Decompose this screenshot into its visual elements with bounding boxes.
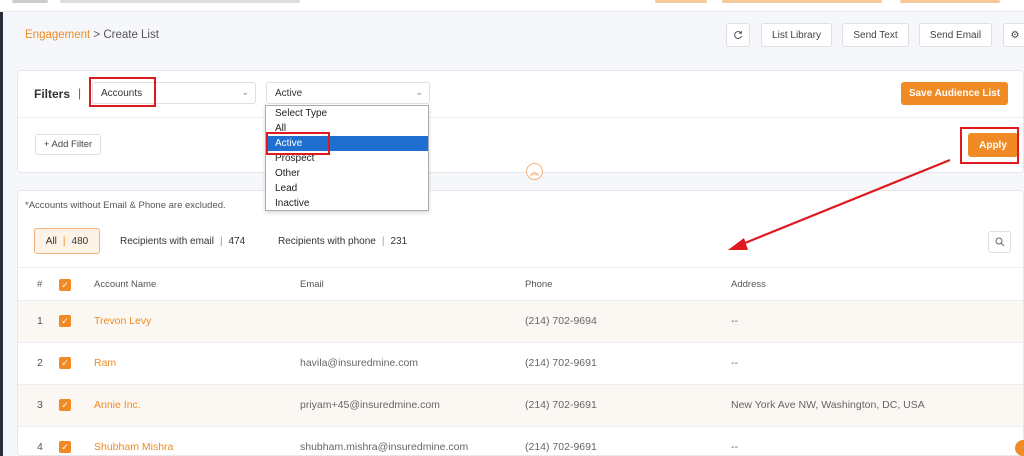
settings-button[interactable]: ⚙	[1003, 23, 1024, 47]
toolbar-fragment	[900, 0, 1000, 3]
address-cell: --	[731, 315, 738, 327]
email-cell: priyam+45@insuredmine.com	[300, 399, 440, 411]
row-number: 4	[37, 441, 43, 453]
segment-all[interactable]: All | 480	[34, 228, 100, 254]
table-row[interactable]: 2 ✓ Ram havila@insuredmine.com (214) 702…	[18, 343, 1023, 385]
account-name-link[interactable]: Ram	[94, 357, 116, 369]
email-cell: shubham.mishra@insuredmine.com	[300, 441, 469, 453]
help-chat-bubble[interactable]	[1015, 440, 1024, 456]
save-audience-list-button[interactable]: Save Audience List	[901, 82, 1008, 105]
account-name-link[interactable]: Annie Inc.	[94, 399, 141, 411]
phone-cell: (214) 702-9694	[525, 315, 597, 327]
table-row[interactable]: 1 ✓ Trevon Levy (214) 702-9694 --	[18, 301, 1023, 343]
window-edge	[0, 0, 3, 456]
option-lead[interactable]: Lead	[266, 181, 428, 196]
row-checkbox[interactable]: ✓	[59, 441, 71, 453]
phone-cell: (214) 702-9691	[525, 399, 597, 411]
toolbar-fragment	[12, 0, 48, 3]
option-all[interactable]: All	[266, 121, 428, 136]
select-all-checkbox[interactable]: ✓	[59, 279, 71, 291]
row-number: 3	[37, 399, 43, 411]
row-checkbox[interactable]: ✓	[59, 315, 71, 327]
segment-recipients-email[interactable]: Recipients with email | 474	[120, 228, 245, 254]
phone-cell: (214) 702-9691	[525, 441, 597, 453]
account-name-link[interactable]: Shubham Mishra	[94, 441, 173, 453]
module-select[interactable]: Accounts ⌄	[92, 82, 256, 104]
column-header-account-name[interactable]: Account Name	[94, 279, 156, 290]
list-library-button[interactable]: List Library	[761, 23, 832, 47]
table-search-button[interactable]	[988, 231, 1011, 253]
option-active[interactable]: Active	[266, 136, 428, 151]
chevron-down-icon: ⌄	[415, 87, 423, 97]
refresh-icon	[734, 31, 743, 40]
breadcrumb-engagement[interactable]: Engagement	[25, 29, 90, 41]
address-cell: New York Ave NW, Washington, DC, USA	[731, 399, 925, 411]
column-header-number: #	[37, 279, 43, 290]
divider	[18, 117, 1023, 118]
phone-cell: (214) 702-9691	[525, 357, 597, 369]
gear-icon: ⚙	[1010, 29, 1020, 41]
filters-label: Filters	[34, 87, 71, 101]
table-row[interactable]: 4 ✓ Shubham Mishra shubham.mishra@insure…	[18, 427, 1023, 456]
chevron-down-icon: ⌄	[241, 87, 249, 97]
top-toolbar-strip	[0, 0, 1024, 12]
add-filter-button[interactable]: + Add Filter	[35, 134, 101, 155]
filters-divider-pipe: |	[78, 86, 82, 100]
breadcrumb-current: Create List	[103, 29, 159, 41]
table-header: # ✓ Account Name Email Phone Address	[18, 267, 1023, 301]
type-select[interactable]: Active ⌄	[266, 82, 430, 104]
segment-label: Recipients with phone	[278, 235, 376, 247]
segment-divider: |	[381, 235, 385, 247]
email-cell: havila@insuredmine.com	[300, 357, 419, 369]
segment-divider: |	[219, 235, 223, 247]
option-inactive[interactable]: Inactive	[266, 196, 428, 211]
send-email-button[interactable]: Send Email	[919, 23, 992, 47]
send-text-button[interactable]: Send Text	[842, 23, 909, 47]
row-checkbox[interactable]: ✓	[59, 399, 71, 411]
apply-button[interactable]: Apply	[968, 133, 1018, 157]
collapse-chevron-up-icon[interactable]: ︽	[526, 163, 543, 180]
column-header-address[interactable]: Address	[731, 279, 766, 290]
recipients-table-panel: *Accounts without Email & Phone are excl…	[17, 190, 1024, 456]
row-number: 2	[37, 357, 43, 369]
breadcrumb-separator: >	[90, 29, 104, 41]
refresh-button[interactable]	[726, 23, 750, 47]
segment-divider: |	[62, 235, 66, 247]
address-cell: --	[731, 357, 738, 369]
column-header-email[interactable]: Email	[300, 279, 324, 290]
segment-label: All	[45, 235, 57, 247]
account-name-link[interactable]: Trevon Levy	[94, 315, 151, 327]
table-row[interactable]: 3 ✓ Annie Inc. priyam+45@insuredmine.com…	[18, 385, 1023, 427]
segment-count: 474	[228, 235, 246, 247]
module-select-value: Accounts	[101, 87, 143, 99]
exclusion-note: *Accounts without Email & Phone are excl…	[25, 200, 226, 211]
search-icon	[995, 237, 1004, 247]
row-checkbox[interactable]: ✓	[59, 357, 71, 369]
option-prospect[interactable]: Prospect	[266, 151, 428, 166]
toolbar-fragment	[60, 0, 300, 3]
toolbar-fragment	[722, 0, 882, 3]
column-header-phone[interactable]: Phone	[525, 279, 552, 290]
segment-recipients-phone[interactable]: Recipients with phone | 231	[278, 228, 407, 254]
breadcrumb: Engagement > Create List	[25, 29, 159, 41]
type-select-dropdown: Select Type All Active Prospect Other Le…	[265, 105, 429, 211]
toolbar-fragment	[655, 0, 707, 3]
option-select-type[interactable]: Select Type	[266, 106, 428, 121]
row-number: 1	[37, 315, 43, 327]
segment-count: 231	[390, 235, 408, 247]
address-cell: --	[731, 441, 738, 453]
filters-panel: Filters | Accounts ⌄ Active ⌄ Save Audie…	[17, 70, 1024, 180]
segment-count: 480	[71, 235, 89, 247]
segment-label: Recipients with email	[120, 235, 214, 247]
type-select-value: Active	[275, 87, 303, 99]
option-other[interactable]: Other	[266, 166, 428, 181]
